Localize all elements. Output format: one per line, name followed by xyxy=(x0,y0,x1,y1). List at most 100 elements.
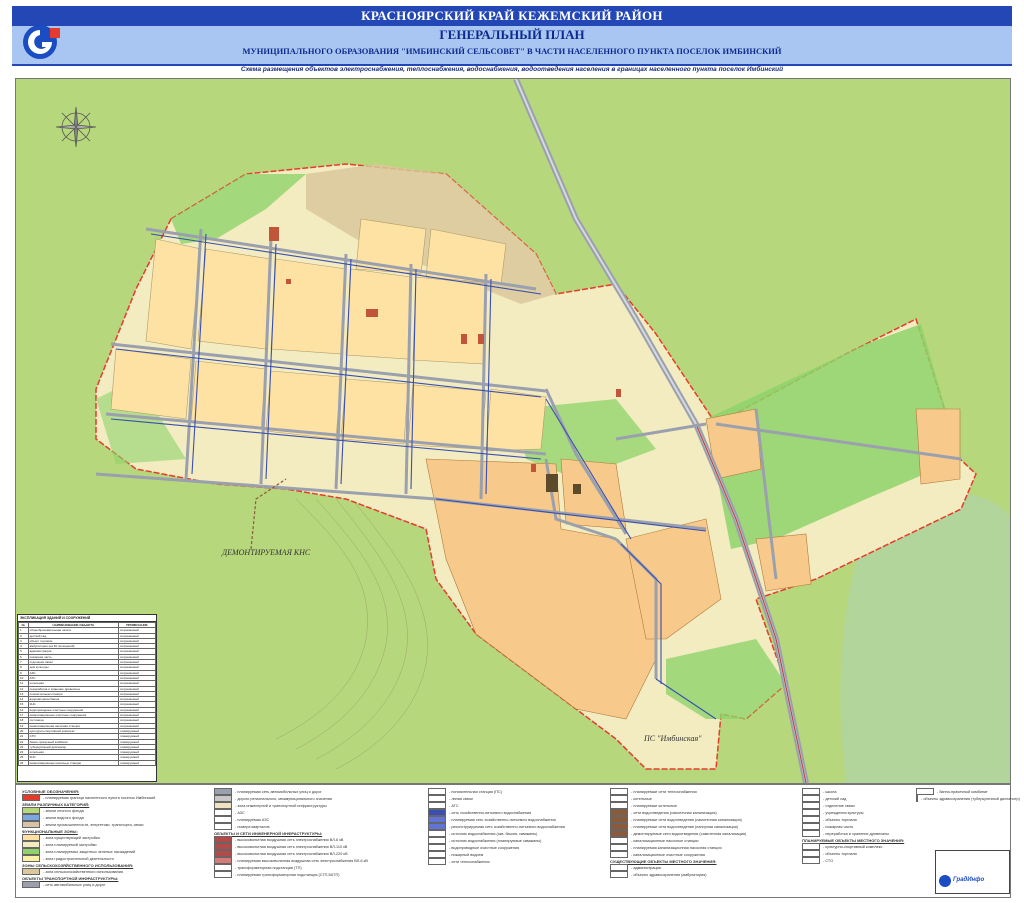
legend-label: - водопроводные очистные сооружения xyxy=(449,845,519,850)
legend-swatch xyxy=(22,821,40,828)
legend-swatch xyxy=(610,809,628,816)
legend-label: - банно-прачечный комбинат xyxy=(937,789,988,794)
legend-column-2: - планируемая сеть автомобильных улиц и … xyxy=(214,788,424,878)
explication-cell: планируемый xyxy=(117,759,157,767)
legend-item: - планируемая граница населенного пункта… xyxy=(22,794,212,801)
legend-item: - банно-прачечный комбинат xyxy=(916,788,1006,795)
legend-swatch xyxy=(610,851,628,858)
legend-label: - высоковольтная воздушная сеть электрос… xyxy=(235,844,348,849)
legend-swatch xyxy=(22,881,40,888)
legend-item: - земли водного фонда xyxy=(22,814,212,821)
legend-label: - планируемая граница населенного пункта… xyxy=(43,795,156,800)
legend-label: - канализационные очистные сооружения xyxy=(631,852,705,857)
legend-label: - АЗС xyxy=(235,810,245,815)
legend-label: - объекты торговли xyxy=(823,851,857,856)
legend-swatch xyxy=(428,837,446,844)
legend-label: - планируемая сеть автомобильных улиц и … xyxy=(235,789,322,794)
legend-swatch xyxy=(428,858,446,865)
legend-item: - дороги регионального, межмуниципальног… xyxy=(214,795,424,802)
legend-swatch xyxy=(22,855,40,862)
legend-item: - зона градостроительной деятельности xyxy=(22,855,212,862)
legend-swatch xyxy=(214,809,232,816)
legend-swatch xyxy=(22,841,40,848)
legend-column-6: - банно-прачечный комбинат - объекты здра… xyxy=(916,788,1020,802)
legend-column-5: - школа - детский сад - отделение связи - у… xyxy=(802,788,912,864)
legend-item: - земли лесного фонда xyxy=(22,807,212,814)
legend-item: - планируемая высоковольтная воздушная с… xyxy=(214,857,424,864)
explication-table: ЭКСПЛИКАЦИЯ ЗДАНИЙ И СООРУЖЕНИЙ № НАИМЕНО… xyxy=(17,614,157,782)
legend-item: - планируемая сеть хозяйственно-питьевог… xyxy=(428,816,608,823)
master-plan-sheet: КРАСНОЯРСКИЙ КРАЙ КЕЖЕМСКИЙ РАЙОН ГЕНЕРА… xyxy=(0,0,1024,903)
legend-swatch xyxy=(802,802,820,809)
legend-label: - сеть хозяйственно-питьевого водоснабже… xyxy=(449,810,532,815)
legend-item: - высоковольтная воздушная сеть электрос… xyxy=(214,836,424,843)
legend-label: - школа xyxy=(823,789,837,794)
legend-swatch xyxy=(428,816,446,823)
legend-label: - земли лесного фонда xyxy=(43,808,84,813)
legend-swatch xyxy=(214,871,232,878)
legend-item: - понизительная станция (ПС) xyxy=(428,788,608,795)
legend-label: - источник водоснабжения (скв. башня, ск… xyxy=(449,831,538,836)
legend-label: - администрация xyxy=(631,865,661,870)
legend-item: - высоковольтная воздушная сеть электрос… xyxy=(214,850,424,857)
legend-swatch xyxy=(428,809,446,816)
map-frame[interactable] xyxy=(15,78,1011,784)
legend-swatch xyxy=(802,816,820,823)
legend-swatch xyxy=(428,830,446,837)
legend-item: - планируемая АЗС xyxy=(214,816,424,823)
legend-label: - переработка и хранение древесины xyxy=(823,831,890,836)
legend-column-3: - понизительная станция (ПС) - линия связ… xyxy=(428,788,608,865)
legend-item: - пожарный водоем xyxy=(428,851,608,858)
legend-item: - планируемые сети водоотведения (самоте… xyxy=(610,816,800,823)
legend-label: - детский сад xyxy=(823,796,847,801)
legend-swatch xyxy=(214,816,232,823)
legend-label: - канализационные насосные станции xyxy=(631,838,699,843)
legend-item: - зона сельскохозяйственного использован… xyxy=(22,868,212,875)
north-arrow-icon xyxy=(55,106,97,148)
legend-item: - школа xyxy=(802,788,912,795)
legend-item: - культурно-спортивный комплекс xyxy=(802,843,912,850)
legend-label: - источник водоснабжения (планируемые ск… xyxy=(449,838,542,843)
legend-item: - планируемые котельные xyxy=(610,802,800,809)
legend-swatch xyxy=(214,795,232,802)
legend-label: - земли водного фонда xyxy=(43,815,84,820)
explication-cell: 26 xyxy=(18,759,29,767)
legend-item: - высоковольтная воздушная сеть электрос… xyxy=(214,843,424,850)
legend-label: - земли промышленности, энергетики, тран… xyxy=(43,822,144,827)
legend-swatch xyxy=(802,843,820,850)
explication-grid: № НАИМЕНОВАНИЕ ОБЪЕКТА ПРИМЕЧАНИЕ 1 общеобр… xyxy=(18,621,157,767)
legend-item: - демонтируемые сети водоотведения (само… xyxy=(610,830,800,837)
legend-label: - учреждения культуры xyxy=(823,810,864,815)
legend-label: - планируемая высоковольтная воздушная с… xyxy=(235,858,368,863)
legend-swatch xyxy=(214,864,232,871)
legend-label: - АТС xyxy=(449,803,459,808)
legend-item: - источник водоснабжения (скв. башня, ск… xyxy=(428,830,608,837)
legend-swatch xyxy=(214,843,232,850)
legend-swatch xyxy=(802,850,820,857)
legend-label: - реконструируемая сеть хозяйственно-пит… xyxy=(449,824,565,829)
settlement-map[interactable] xyxy=(16,79,1010,783)
legend-item: - администрация xyxy=(610,864,800,871)
legend-item: - зона планируемой застройки xyxy=(22,841,212,848)
legend-label: - сети водоотведения (самотечная канализ… xyxy=(631,810,717,815)
legend-label: - объекты торговли xyxy=(823,817,857,822)
legend-label: - зона существующей застройки xyxy=(43,835,100,840)
legend-swatch xyxy=(428,802,446,809)
legend-swatch xyxy=(428,823,446,830)
legend-item: - объекты торговли xyxy=(802,850,912,857)
substation-label: ПС "Имбинская" xyxy=(644,734,702,743)
legend-swatch xyxy=(428,844,446,851)
legend-item: - детский сад xyxy=(802,795,912,802)
explication-title: ЭКСПЛИКАЦИЯ ЗДАНИЙ И СООРУЖЕНИЙ xyxy=(18,615,156,622)
legend-item: - планируемая сеть автомобильных улиц и … xyxy=(214,788,424,795)
legend-item: - планируемые сети водоотведения (напорн… xyxy=(610,823,800,830)
legend-item: - сети водоотведения (самотечная канализ… xyxy=(610,809,800,816)
legend-item: - объекты здравоохранения (амбулатория) xyxy=(610,871,800,878)
legend-swatch xyxy=(22,814,40,821)
legend-item: - зона инженерной и транспортной инфраст… xyxy=(214,802,424,809)
legend-item: - реконструируемая сеть хозяйственно-пит… xyxy=(428,823,608,830)
demolished-sewer-line xyxy=(250,478,287,550)
legend-panel: УСЛОВНЫЕ ОБОЗНАЧЕНИЯ: - планируемая грани… xyxy=(15,784,1020,898)
legend-item: - планируемые сети теплоснабжения xyxy=(610,788,800,795)
legend-item: - канализационные насосные станции xyxy=(610,837,800,844)
